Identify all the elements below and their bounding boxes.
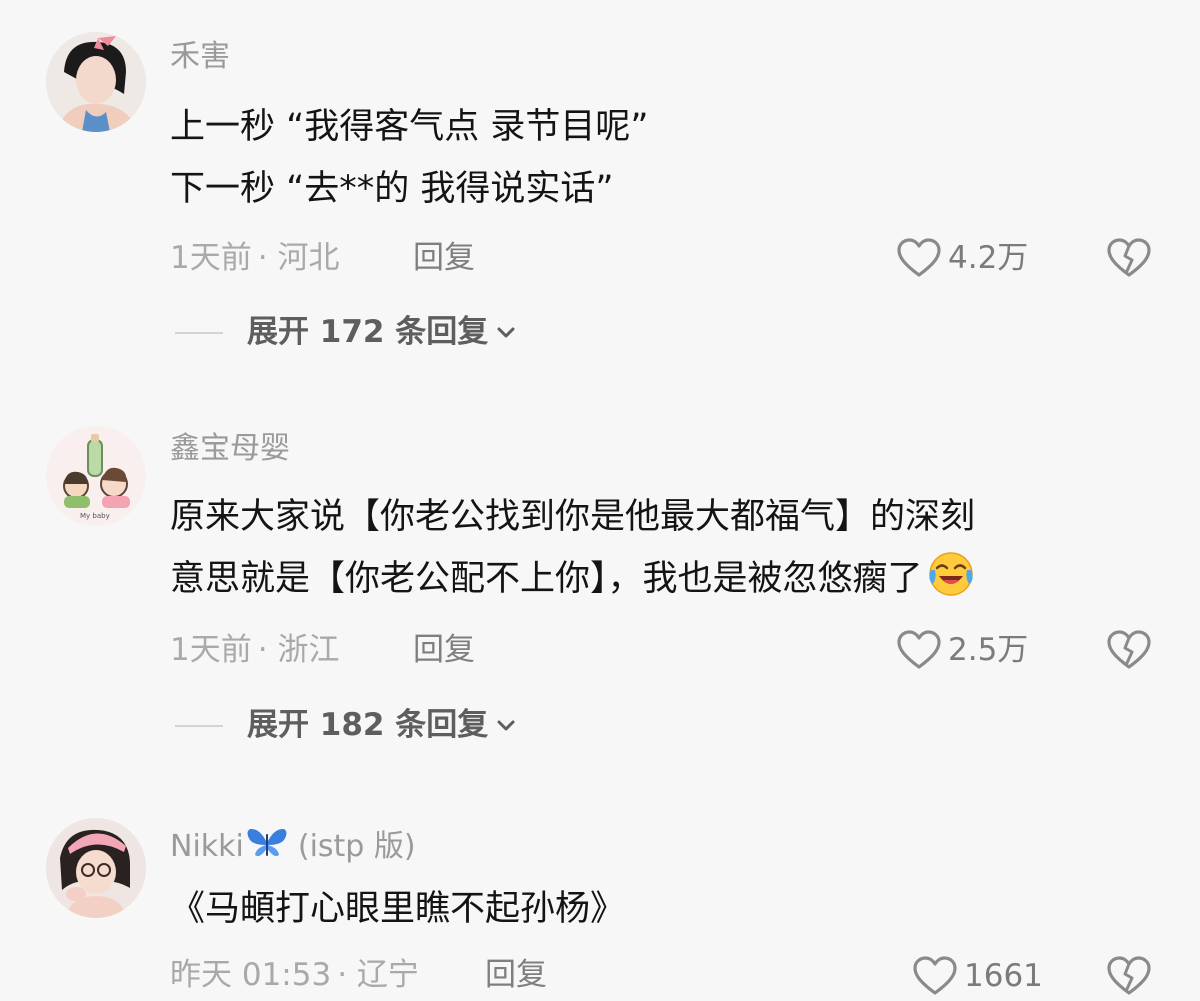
reply-button[interactable]: 回复 [413,635,475,666]
username[interactable]: 禾害 [170,42,230,72]
butterfly-icon [246,826,288,866]
chevron-down-icon [497,327,515,337]
username-text: Nikki [170,829,244,864]
expand-replies-button[interactable]: 展开 182 条回复 [175,710,516,741]
avatar[interactable] [46,818,146,918]
heart-icon [897,238,941,277]
dislike-button[interactable] [1106,955,1152,1001]
broken-heart-icon [1107,956,1151,995]
comment-line-text: 意思就是【你老公配不上你】，我也是被忽悠瘸了 [170,559,923,599]
dislike-button[interactable] [1106,629,1152,675]
username[interactable]: Nikki (istp 版) [170,826,416,866]
divider-line [175,724,223,727]
comment-meta: 1天前 · 河北 [170,243,339,274]
broken-heart-icon [1107,238,1151,277]
comment-line: 下一秒 “去**的 我得说实话” [170,169,614,209]
avatar-image [46,818,146,918]
comment-meta: 1天前 · 浙江 [170,635,339,666]
comment-time: 1天前 [170,632,252,668]
divider-line [175,331,223,334]
comment-time: 1天前 [170,240,252,276]
comment-text: 上一秒 “我得客气点 录节目呢” 下一秒 “去**的 我得说实话” [170,96,649,220]
comment-text: 原来大家说【你老公找到你是他最大都福气】的深刻 意思就是【你老公配不上你】，我也… [170,486,975,618]
like-button[interactable]: 2.5万 [896,629,1028,671]
dislike-button[interactable] [1106,237,1152,283]
comment-location: · 浙江 [257,632,340,668]
heart-icon [913,956,957,995]
like-count: 4.2万 [948,239,1029,276]
like-count: 2.5万 [948,631,1029,668]
expand-replies-button[interactable]: 展开 172 条回复 [175,317,516,348]
username[interactable]: 鑫宝母婴 [170,434,290,464]
comment-text: 《马頔打心眼里瞧不起孙杨》 [170,878,625,940]
like-button[interactable]: 1661 [912,955,1043,997]
expand-replies-label: 展开 182 条回复 [247,707,489,743]
comment-line: 意思就是【你老公配不上你】，我也是被忽悠瘸了 [170,548,975,618]
comment-line: 上一秒 “我得客气点 录节目呢” [170,107,649,147]
avatar[interactable]: My baby [46,426,146,526]
comment-meta: 昨天 01:53 · 辽宁 [170,960,419,991]
like-count: 1661 [964,957,1043,994]
reply-button[interactable]: 回复 [485,960,547,991]
avatar[interactable] [46,32,146,132]
avatar-image: My baby [46,426,146,526]
like-button[interactable]: 4.2万 [896,237,1028,279]
expand-replies-label: 展开 172 条回复 [247,314,489,350]
comment-time: 昨天 01:53 [170,957,332,993]
avatar-image [46,32,146,132]
avatar-caption: My baby [80,512,110,520]
username-suffix: (istp 版) [297,829,416,864]
chevron-down-icon [497,720,515,730]
broken-heart-icon [1107,630,1151,669]
comment-line: 原来大家说【你老公找到你是他最大都福气】的深刻 [170,497,976,537]
laughing-crying-emoji-icon [927,550,975,618]
heart-icon [897,630,941,669]
reply-button[interactable]: 回复 [413,243,475,274]
comment-location: · 河北 [257,240,340,276]
comment-location: · 辽宁 [337,957,419,993]
comment-line: 《马頔打心眼里瞧不起孙杨》 [170,889,626,929]
